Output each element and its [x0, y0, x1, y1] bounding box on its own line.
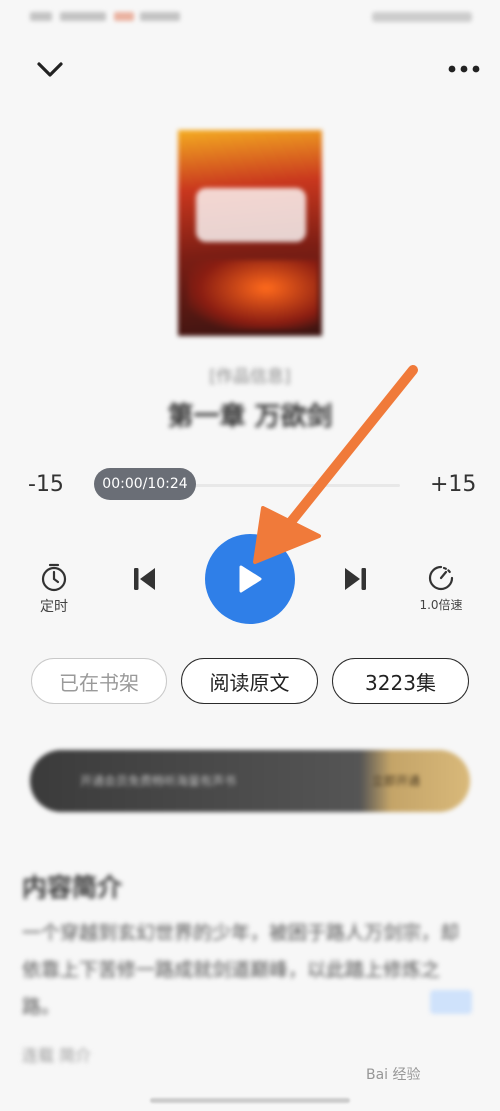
- speed-label: 1.0倍速: [419, 598, 463, 612]
- sleep-timer-button[interactable]: 定时: [26, 562, 82, 616]
- banner-cta[interactable]: 立即开通: [372, 772, 420, 789]
- intro-title: 内容简介: [22, 873, 123, 902]
- skip-forward-15-button[interactable]: +15: [430, 472, 476, 497]
- expand-tag[interactable]: [430, 990, 472, 1014]
- skip-back-15-button[interactable]: -15: [28, 472, 64, 497]
- time-display[interactable]: 00:00/10:24: [94, 468, 196, 500]
- audiobook-cover: [178, 130, 322, 336]
- watermark: Bai 经验: [366, 1067, 421, 1083]
- home-indicator: [150, 1098, 350, 1103]
- next-chapter-button[interactable]: [340, 562, 372, 596]
- on-shelf-button[interactable]: 已在书架: [31, 658, 167, 704]
- skip-next-icon: [345, 568, 366, 590]
- chevron-down-icon: [37, 62, 63, 77]
- chapter-title: 第一章 万欲剑: [167, 402, 333, 432]
- more-icon: [448, 65, 480, 73]
- skip-previous-icon: [134, 568, 155, 590]
- battery-indicator: [372, 12, 472, 22]
- collapse-button[interactable]: [30, 52, 70, 86]
- playback-speed-button[interactable]: 1.0倍速: [408, 564, 474, 613]
- timer-label: 定时: [40, 599, 68, 615]
- episode-list-button[interactable]: 3223集: [332, 658, 469, 704]
- intro-meta: 连载 简介: [22, 1046, 92, 1065]
- banner-text: 开通会员免费畅听海量有声书: [80, 774, 237, 788]
- intro-body: 一个穿越到玄幻世界的少年，被困于路人万剑宗，却依靠上下苦修一路成就剑道巅峰，以此…: [22, 922, 460, 1018]
- previous-chapter-button[interactable]: [128, 562, 160, 596]
- more-options-button[interactable]: [440, 52, 488, 86]
- status-bar: [0, 0, 500, 36]
- play-button[interactable]: [205, 534, 295, 624]
- play-icon: [239, 565, 262, 593]
- book-author: [作品信息]: [209, 367, 291, 387]
- membership-banner[interactable]: 开通会员免费畅听海量有声书 立即开通: [30, 750, 470, 812]
- read-original-button[interactable]: 阅读原文: [181, 658, 318, 704]
- timer-icon: [41, 563, 67, 592]
- status-indicators: [30, 10, 190, 24]
- speed-icon: [428, 565, 454, 591]
